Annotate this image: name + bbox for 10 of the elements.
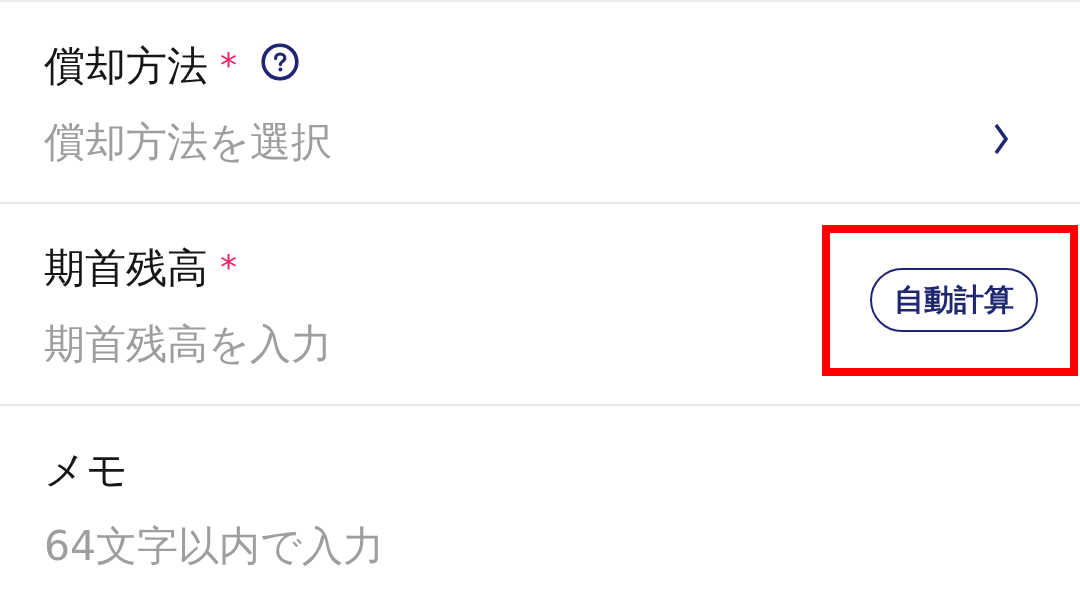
auto-calculate-button[interactable]: 自動計算 <box>870 268 1038 332</box>
field-label: 期首残高 <box>44 244 208 292</box>
help-icon[interactable] <box>261 43 299 81</box>
required-mark: * <box>220 48 237 82</box>
required-mark: * <box>220 250 237 284</box>
field-label: 償却方法 <box>44 42 208 90</box>
chevron-right-icon <box>994 123 1008 155</box>
field-label: メモ <box>44 446 128 494</box>
input-field[interactable]: 期首残高を入力 <box>44 320 822 368</box>
input-field[interactable]: 64文字以内で入力 <box>44 522 1008 570</box>
